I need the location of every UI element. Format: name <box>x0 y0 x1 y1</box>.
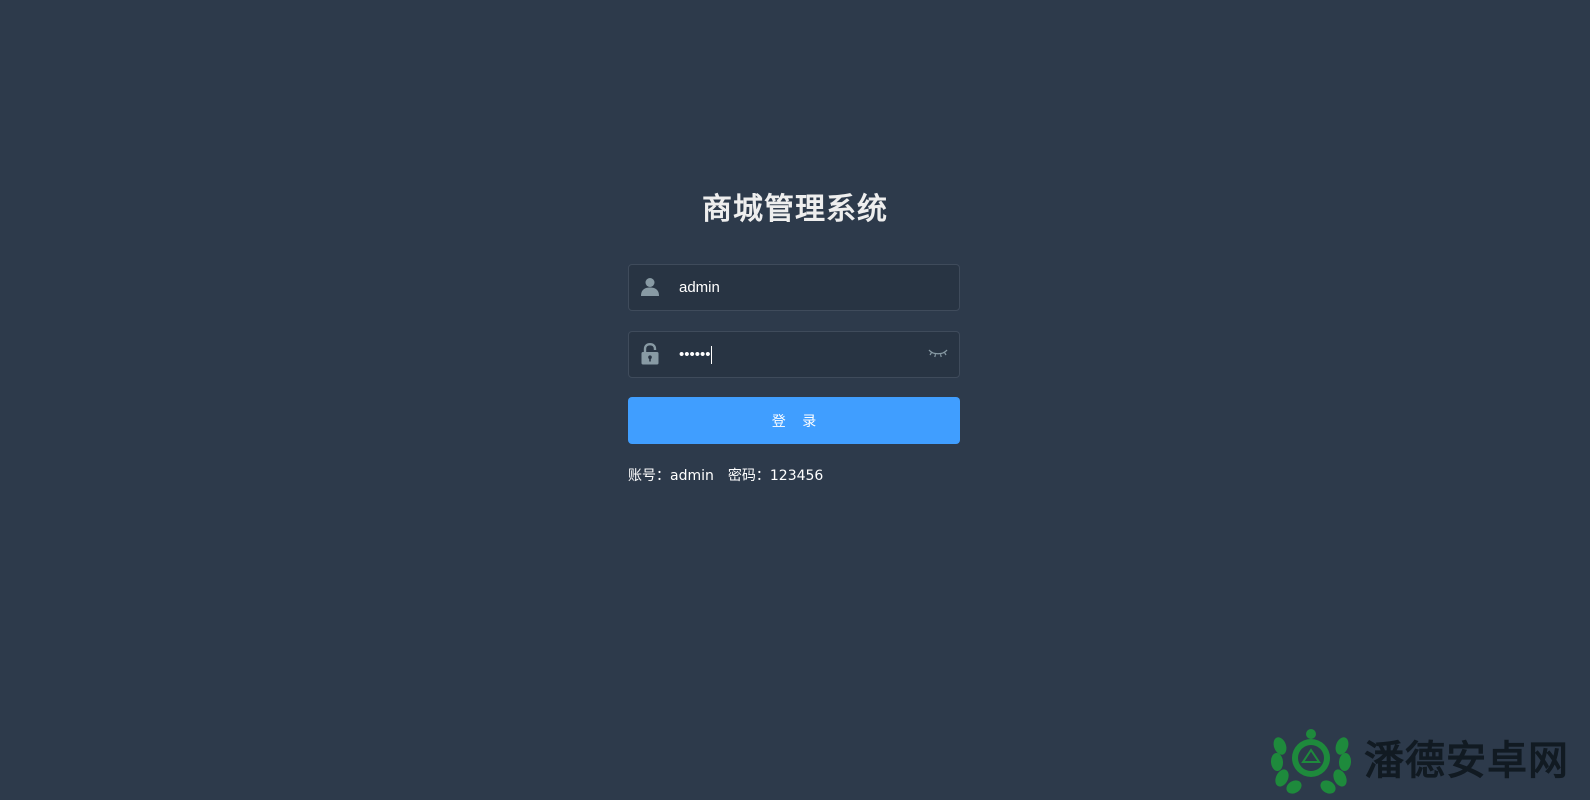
login-button[interactable]: 登 录 <box>628 397 960 444</box>
text-caret <box>711 346 712 364</box>
lock-icon <box>639 342 661 366</box>
password-input[interactable] <box>679 332 909 377</box>
username-field[interactable] <box>628 264 960 311</box>
watermark-text: 潘德安卓网 <box>1364 738 1569 784</box>
page-title: 商城管理系统 <box>702 192 888 227</box>
password-tip-value: 123456 <box>769 468 824 484</box>
login-tips: 账号：admin 密码：123456 <box>628 465 823 485</box>
account-tip-label: 账号： <box>628 468 670 484</box>
password-tip-label: 密码： <box>727 468 770 484</box>
account-tip-value: admin <box>670 468 714 484</box>
user-icon <box>639 275 661 299</box>
eye-closed-icon[interactable] <box>927 346 949 362</box>
password-field[interactable] <box>628 331 960 378</box>
wreath-logo <box>1270 729 1352 794</box>
login-container: 商城管理系统 admin 登 录 账号：admin 密码：123456 潘德安卓… <box>0 0 1590 800</box>
username-input[interactable] <box>679 265 909 310</box>
watermark: 潘德安卓网 <box>1270 724 1580 794</box>
